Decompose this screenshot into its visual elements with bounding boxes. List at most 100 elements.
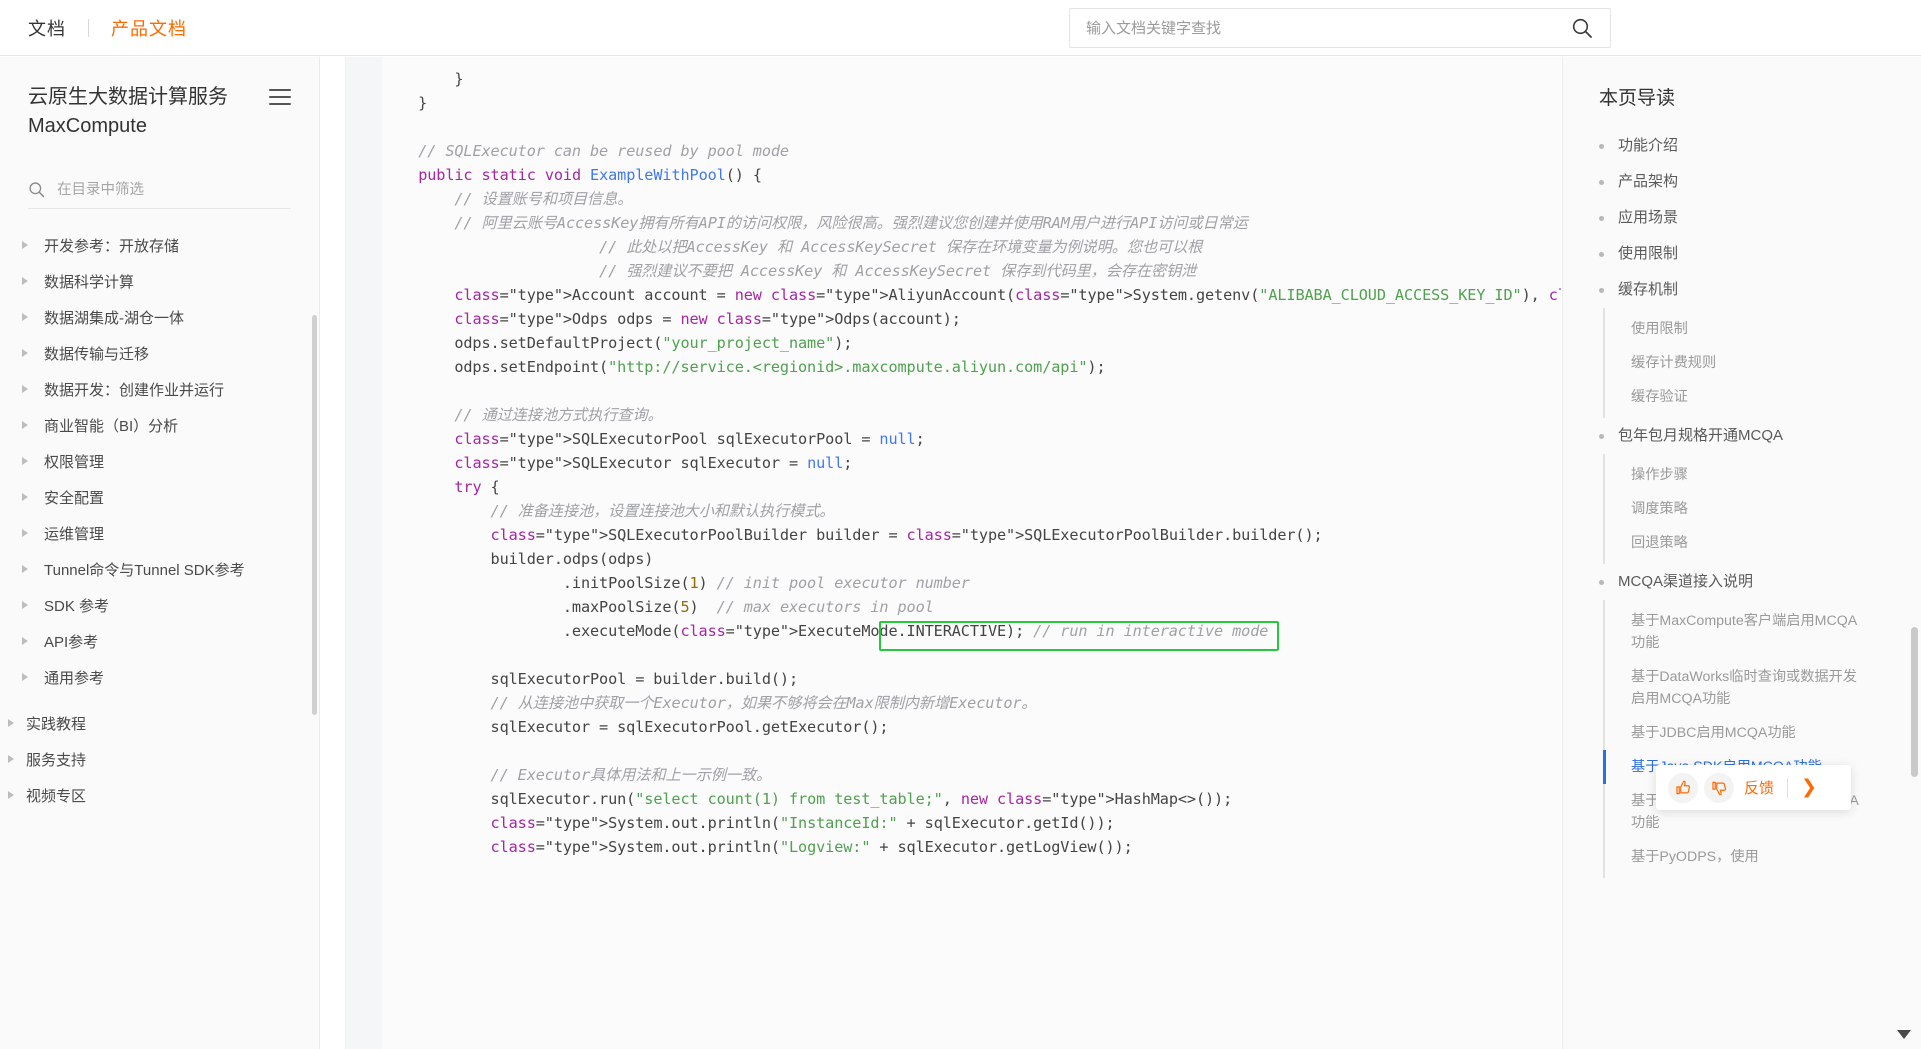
sidebar-item[interactable]: 运维管理: [0, 515, 319, 551]
sidebar-item[interactable]: Tunnel命令与Tunnel SDK参考: [0, 551, 319, 587]
chevron-right-icon: [22, 637, 28, 645]
sidebar-header: 云原生大数据计算服务 MaxCompute: [0, 57, 319, 141]
toc-item-label: 包年包月规格开通MCQA: [1618, 427, 1784, 444]
sidebar-item[interactable]: 商业智能（BI）分析: [0, 407, 319, 443]
sidebar-item[interactable]: 实践教程: [0, 705, 319, 741]
toc-subitem[interactable]: 基于MaxCompute客户端启用MCQA功能: [1605, 604, 1867, 660]
toc-subitem[interactable]: 基于PyODPS，使用: [1605, 840, 1867, 874]
sidebar-nav-list: 开发参考：开放存储 数据科学计算数据湖集成-湖仓一体数据传输与迁移数据开发：创建作…: [0, 227, 319, 813]
sidebar-nav-gap: [0, 695, 319, 705]
toc-item[interactable]: 使用限制: [1563, 236, 1921, 272]
toc-subitem[interactable]: 操作步骤: [1605, 458, 1867, 492]
sidebar-item[interactable]: 通用参考: [0, 659, 319, 695]
bullet-icon: [1599, 180, 1604, 185]
chevron-down-icon[interactable]: [1897, 1030, 1911, 1039]
bullet-icon: [1599, 580, 1604, 585]
chevron-right-icon: [22, 565, 28, 573]
chevron-right-icon: [22, 493, 28, 501]
toc-item-label: MCQA渠道接入说明: [1618, 573, 1754, 590]
sidebar-item-label: 权限管理: [44, 453, 105, 471]
sidebar-item[interactable]: 数据科学计算: [0, 263, 319, 299]
breadcrumb-doc-link[interactable]: 文档: [28, 15, 66, 41]
sidebar-item[interactable]: 数据湖集成-湖仓一体: [0, 299, 319, 335]
thumbs-down-icon: [1712, 781, 1727, 795]
toc-item[interactable]: 应用场景: [1563, 200, 1921, 236]
sidebar-item-label: 运维管理: [44, 525, 105, 543]
code-gutter: [346, 57, 382, 1049]
feedback-divider: [1787, 777, 1789, 798]
sidebar-item[interactable]: 开发参考：开放存储: [0, 227, 319, 263]
sidebar-item[interactable]: API参考: [0, 623, 319, 659]
bullet-icon: [1599, 216, 1604, 221]
chevron-right-icon: [22, 457, 28, 465]
sidebar-item-label: 安全配置: [44, 489, 105, 507]
toc-item[interactable]: 产品架构: [1563, 164, 1921, 200]
toc-subitem[interactable]: 基于JDBC启用MCQA功能: [1605, 716, 1867, 750]
brand-breadcrumb: 文档 产品文档: [0, 15, 187, 41]
chevron-right-icon: [22, 601, 28, 609]
global-search-input[interactable]: [1070, 19, 1554, 37]
sidebar-item-label: 视频专区: [26, 787, 87, 805]
toc-item[interactable]: 功能介绍: [1563, 128, 1921, 164]
sidebar-item[interactable]: SDK 参考: [0, 587, 319, 623]
thumbs-down-button[interactable]: [1704, 772, 1734, 803]
sidebar-item[interactable]: 数据传输与迁移: [0, 335, 319, 371]
chevron-right-icon: [22, 385, 28, 393]
feedback-widget: 反馈 ❯: [1656, 765, 1851, 810]
global-search-button[interactable]: [1554, 9, 1610, 47]
toc-subsection: 基于MaxCompute客户端启用MCQA功能 基于DataWorks临时查询或数…: [1603, 600, 1921, 878]
toc-subsection: 操作步骤 调度策略 回退策略: [1603, 454, 1921, 564]
main-content: } } // SQLExecutor can be reused by pool…: [321, 57, 1561, 1049]
toc-item-label: 缓存机制: [1618, 281, 1679, 298]
toc-subitem[interactable]: 使用限制: [1605, 312, 1867, 346]
sidebar-item[interactable]: 安全配置: [0, 479, 319, 515]
sidebar-item-label: 通用参考: [44, 669, 105, 687]
toc-item-label: 功能介绍: [1618, 137, 1679, 154]
toc-subitem[interactable]: 回退策略: [1605, 526, 1867, 560]
chevron-right-icon: [8, 791, 14, 799]
sidebar-item[interactable]: 数据开发：创建作业并运行: [0, 371, 319, 407]
breadcrumb-product-doc-link[interactable]: 产品文档: [111, 15, 187, 41]
sidebar-item[interactable]: 服务支持: [0, 741, 319, 777]
chevron-right-icon: [22, 421, 28, 429]
feedback-label[interactable]: 反馈: [1744, 777, 1774, 798]
toc-subitem[interactable]: 基于DataWorks临时查询或数据开发启用MCQA功能: [1605, 660, 1867, 716]
sidebar-item-label: 商业智能（BI）分析: [44, 417, 179, 435]
toc-subitem[interactable]: 缓存计费规则: [1605, 346, 1867, 380]
chevron-right-icon: [22, 673, 28, 681]
top-bar: 文档 产品文档: [0, 0, 1921, 56]
thumbs-up-button[interactable]: [1668, 772, 1698, 803]
sidebar-filter-box[interactable]: [28, 171, 291, 209]
bullet-icon: [1599, 434, 1604, 439]
toc-item[interactable]: MCQA渠道接入说明: [1563, 564, 1921, 600]
toc-item[interactable]: 缓存机制: [1563, 272, 1921, 308]
toc-item[interactable]: 包年包月规格开通MCQA: [1563, 418, 1921, 454]
hamburger-bar: [269, 96, 291, 98]
chevron-right-icon[interactable]: ❯: [1801, 778, 1817, 797]
bullet-icon: [1599, 252, 1604, 257]
sidebar-filter-input[interactable]: [55, 180, 291, 199]
toc-title: 本页导读: [1599, 88, 1676, 109]
hamburger-icon[interactable]: [269, 89, 291, 105]
global-search-box[interactable]: [1069, 8, 1611, 48]
sidebar-item[interactable]: 视频专区: [0, 777, 319, 813]
toc-subitem[interactable]: 缓存验证: [1605, 380, 1867, 414]
chevron-right-icon: [22, 529, 28, 537]
search-icon: [1572, 18, 1592, 38]
toc-subitem[interactable]: 调度策略: [1605, 492, 1867, 526]
sidebar-item[interactable]: 权限管理: [0, 443, 319, 479]
sidebar-item-label: 开发参考：开放存储: [44, 237, 180, 255]
chevron-right-icon: [8, 755, 14, 763]
sidebar-item-label: 服务支持: [26, 751, 87, 769]
search-icon: [29, 182, 45, 198]
breadcrumb-divider: [88, 18, 89, 37]
thumbs-up-icon: [1676, 780, 1691, 794]
code-text: } } // SQLExecutor can be reused by pool…: [418, 70, 1561, 856]
toc-item-label: 应用场景: [1618, 209, 1679, 226]
sidebar-item-label: 数据传输与迁移: [44, 345, 150, 363]
sidebar-item-label: 数据科学计算: [44, 273, 135, 291]
toc-scrollbar[interactable]: [1911, 627, 1918, 777]
chevron-right-icon: [22, 241, 28, 249]
bullet-icon: [1599, 288, 1604, 293]
sidebar-scrollbar[interactable]: [312, 315, 317, 715]
